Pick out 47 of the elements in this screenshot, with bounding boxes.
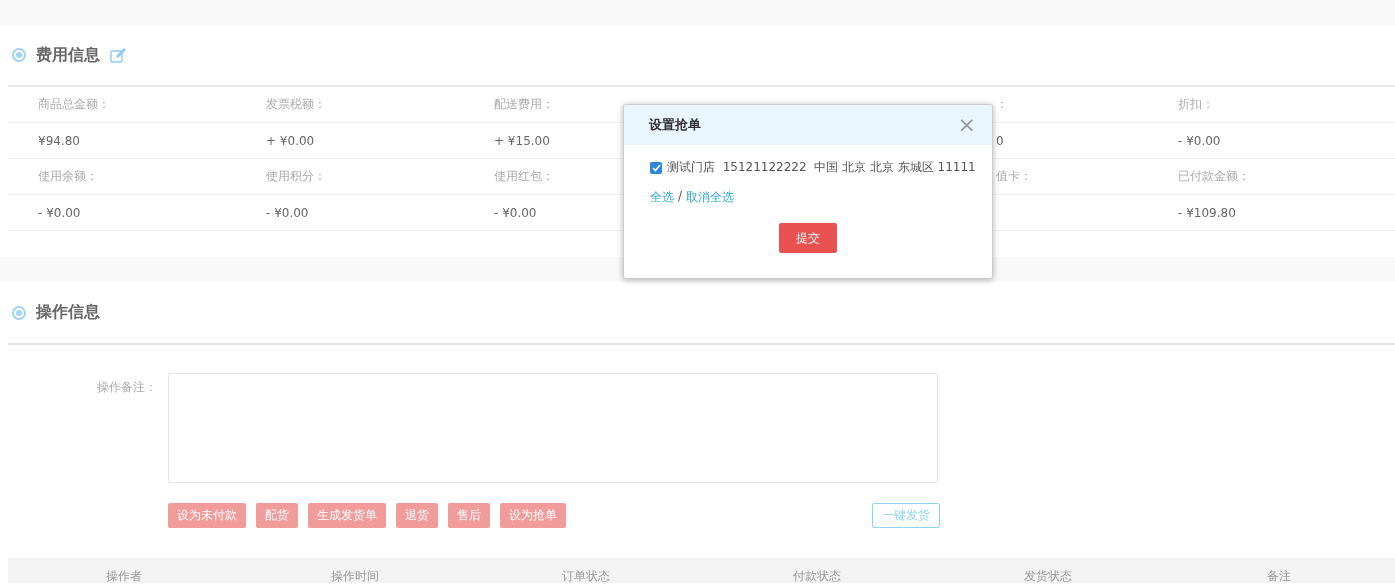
fee-value: - ¥0.00 (1178, 133, 1221, 148)
section-bullet-icon (12, 48, 26, 62)
fee-label: 使用余额： (38, 169, 98, 183)
remark-label: 操作备注： (96, 379, 157, 396)
fee-label: 已付款金额： (1178, 169, 1250, 183)
fee-label: 配送费用： (494, 97, 554, 111)
fee-label: 值卡： (996, 169, 1032, 183)
fee-label: 商品总金额： (38, 97, 110, 111)
fee-label: 发票税额： (266, 97, 326, 111)
column-header: 操作者 (104, 569, 143, 583)
section-bullet-icon (12, 305, 26, 320)
store-checkbox[interactable] (650, 161, 662, 174)
action-button[interactable]: 设为未付款 (168, 503, 246, 528)
fee-label: 使用积分： (266, 169, 326, 183)
column-header: 备注 (1266, 569, 1293, 583)
column-header: 付款状态 (792, 569, 843, 583)
fee-value: + ¥0.00 (266, 133, 315, 148)
separator-text: / (678, 189, 683, 205)
fee-label: 使用红包： (494, 169, 554, 183)
dialog-title: 设置抢单 (649, 116, 701, 134)
section-title: 费用信息 (36, 44, 100, 66)
fee-value: 0 (996, 133, 1004, 148)
fee-value: - ¥109.80 (1178, 205, 1236, 220)
column-header: 订单状态 (560, 569, 611, 583)
fee-value: ¥94.80 (38, 133, 80, 148)
action-button[interactable]: 设为抢单 (500, 503, 566, 528)
fee-label: ： (996, 97, 1008, 111)
fee-value: - ¥0.00 (266, 205, 309, 220)
section-title: 操作信息 (36, 302, 100, 323)
edit-icon[interactable] (110, 47, 126, 63)
select-all-link[interactable]: 全选 (650, 189, 674, 206)
store-label: 测试门店 15121122222 中国 北京 北京 东城区 11111 (667, 159, 976, 176)
column-header: 操作时间 (329, 569, 380, 583)
action-button[interactable]: 配货 (256, 503, 298, 528)
action-button[interactable]: 售后 (448, 503, 490, 528)
action-button[interactable]: 退货 (396, 503, 438, 528)
fee-value: - ¥0.00 (38, 205, 81, 220)
remark-field[interactable] (168, 373, 938, 483)
fee-label: 折扣： (1178, 97, 1214, 111)
ship-button[interactable]: 一键发货 (872, 503, 940, 528)
close-button[interactable]: × (957, 114, 976, 136)
submit-button[interactable]: 提交 (779, 223, 837, 253)
column-header: 发货状态 (1023, 569, 1074, 583)
fee-value: + ¥15.00 (494, 133, 550, 148)
fee-value: - ¥0.00 (494, 205, 537, 220)
action-button[interactable]: 生成发货单 (308, 503, 386, 528)
deselect-all-link[interactable]: 取消全选 (686, 189, 735, 206)
